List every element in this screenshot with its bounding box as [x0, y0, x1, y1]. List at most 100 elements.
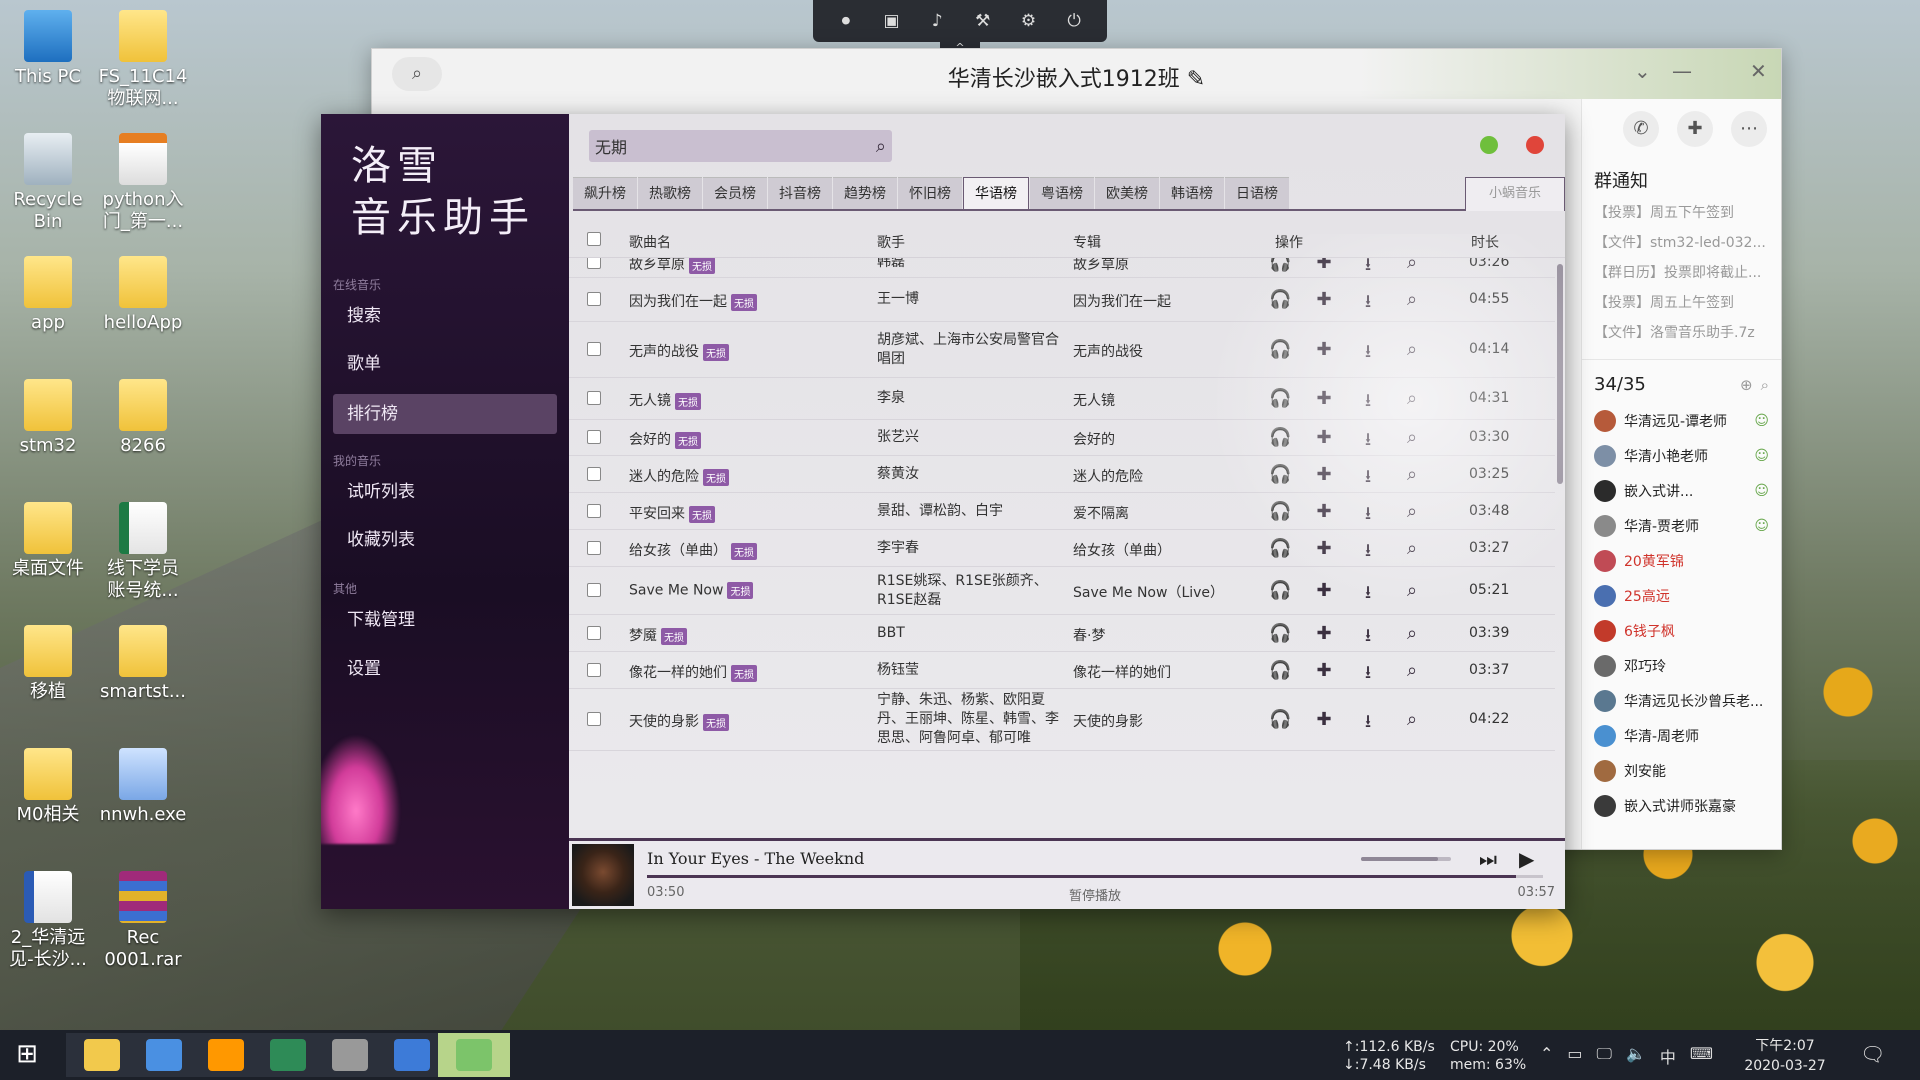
row-checkbox[interactable] — [587, 391, 601, 405]
windows-start-icon[interactable]: ⊞ — [10, 1040, 44, 1070]
desktop-icon[interactable]: python入 门_第一... — [97, 133, 189, 233]
close-icon[interactable]: ✕ — [1750, 59, 1767, 83]
download-icon[interactable]: ⭳ — [1357, 427, 1379, 457]
table-row[interactable]: 梦魇 无损 BBT 春·梦 🎧 ✚ ⭳ ⌕ 03:39 — [569, 615, 1555, 652]
search-icon[interactable]: ⌕ — [1401, 709, 1423, 739]
search-icon[interactable]: ⌕ — [1401, 289, 1423, 319]
member-item[interactable]: 刘安能 — [1582, 753, 1781, 788]
row-checkbox[interactable] — [587, 467, 601, 481]
add-icon[interactable]: ✚ — [1313, 538, 1335, 568]
tab-chart[interactable]: 日语榜 — [1225, 177, 1289, 209]
table-row[interactable]: 无人镜 无损 李泉 无人镜 🎧 ✚ ⭳ ⌕ 04:31 — [569, 378, 1555, 420]
source-tab[interactable]: 小蜗音乐 — [1465, 177, 1565, 211]
member-item[interactable]: 华清-贾老师 ☺ — [1582, 508, 1781, 543]
desktop-icon[interactable]: 线下学员 账号统... — [97, 502, 189, 602]
row-checkbox[interactable] — [587, 583, 601, 597]
add-icon[interactable]: ✚ — [1313, 709, 1335, 739]
sidebar-item-trial-list[interactable]: 试听列表 — [333, 472, 557, 512]
more-icon[interactable]: ⋯ — [1731, 111, 1767, 147]
settings-icon[interactable]: ⚙ — [1016, 11, 1040, 31]
row-checkbox[interactable] — [587, 626, 601, 640]
desktop-icon[interactable]: 8266 — [97, 379, 189, 457]
close-button[interactable] — [1526, 136, 1544, 154]
search-icon[interactable]: ⌕ — [1401, 339, 1423, 369]
minimize-icon[interactable]: — — [1672, 59, 1692, 83]
download-icon[interactable]: ⭳ — [1357, 464, 1379, 494]
member-item[interactable]: 邓巧玲 — [1582, 648, 1781, 683]
sidebar-item-search[interactable]: 搜索 — [333, 296, 557, 336]
download-icon[interactable]: ⭳ — [1357, 388, 1379, 418]
headphones-icon[interactable]: 🎧 — [1269, 388, 1291, 418]
search-icon[interactable]: ⌕ — [1401, 538, 1423, 568]
edit-icon[interactable]: ✎ — [1187, 67, 1205, 92]
member-item[interactable]: 嵌入式讲师张嘉豪 — [1582, 788, 1781, 823]
desktop-icon[interactable]: helloApp — [97, 256, 189, 334]
minimize-button[interactable] — [1480, 136, 1498, 154]
add-icon[interactable]: ✚ — [1313, 427, 1335, 457]
member-item[interactable]: 华清-周老师 — [1582, 718, 1781, 753]
tab-chart[interactable]: 粤语榜 — [1030, 177, 1094, 209]
download-icon[interactable]: ⭳ — [1357, 289, 1379, 319]
desktop-icon[interactable]: 桌面文件 — [2, 502, 94, 580]
desktop-icon[interactable]: M0相关 — [2, 748, 94, 826]
tab-chart[interactable]: 飙升榜 — [573, 177, 637, 209]
table-row[interactable]: Save Me Now 无损 R1SE姚琛、R1SE张颜齐、R1SE赵磊 Save M… — [569, 567, 1555, 615]
sidebar-item-playlist[interactable]: 歌单 — [333, 344, 557, 384]
row-checkbox[interactable] — [587, 504, 601, 518]
clock[interactable]: 下午2:07 2020-03-27 — [1740, 1036, 1830, 1076]
table-row[interactable]: 给女孩（单曲） 无损 李宇春 给女孩（单曲） 🎧 ✚ ⭳ ⌕ 03:27 — [569, 530, 1555, 567]
keyboard-icon[interactable]: ⌨ — [1690, 1044, 1713, 1068]
mic-icon[interactable]: ♪ — [925, 11, 949, 31]
add-icon[interactable]: ✚ — [1313, 388, 1335, 418]
row-checkbox[interactable] — [587, 258, 601, 269]
add-icon[interactable]: ✚ — [1313, 289, 1335, 319]
tab-chart[interactable]: 韩语榜 — [1160, 177, 1224, 209]
tools-icon[interactable]: ⚒ — [971, 11, 995, 31]
search-icon[interactable]: ⌕ — [1401, 464, 1423, 494]
network-icon[interactable]: 🖵 — [1597, 1044, 1612, 1068]
headphones-icon[interactable]: 🎧 — [1269, 464, 1291, 494]
desktop-icon[interactable]: FS_11C14 物联网... — [97, 10, 189, 110]
desktop-icon[interactable]: smartst... — [97, 625, 189, 703]
tray-expand-icon[interactable]: ⌃ — [1540, 1044, 1553, 1068]
desktop-icon[interactable]: nnwh.exe — [97, 748, 189, 826]
row-checkbox[interactable] — [587, 292, 601, 306]
sidebar-item-charts[interactable]: 排行榜 — [333, 394, 557, 434]
tab-chart[interactable]: 会员榜 — [703, 177, 767, 209]
notice-item[interactable]: 【投票】周五上午签到 — [1582, 287, 1781, 317]
ime-indicator[interactable]: 中 — [1660, 1044, 1676, 1068]
member-item[interactable]: 华清远见长沙曾兵老... — [1582, 683, 1781, 718]
table-row[interactable]: 无声的战役 无损 胡彦斌、上海市公安局警官合唱团 无声的战役 🎧 ✚ ⭳ ⌕ 04:14 — [569, 322, 1555, 378]
row-checkbox[interactable] — [587, 541, 601, 555]
member-settings-icon[interactable]: ⊕ — [1740, 376, 1753, 394]
headphones-icon[interactable]: 🎧 — [1269, 289, 1291, 319]
volume-slider[interactable] — [1361, 857, 1451, 861]
download-icon[interactable]: ⭳ — [1357, 501, 1379, 531]
member-item[interactable]: 华清小艳老师 ☺ — [1582, 438, 1781, 473]
download-icon[interactable]: ⭳ — [1357, 660, 1379, 690]
record-icon[interactable]: ⏺ — [834, 11, 858, 31]
member-item[interactable]: 华清远见-谭老师 ☺ — [1582, 403, 1781, 438]
add-icon[interactable]: ✚ — [1313, 339, 1335, 369]
member-item[interactable]: 20黄军锦 — [1582, 543, 1781, 578]
search-icon[interactable]: ⌕ — [1401, 623, 1423, 653]
notice-item[interactable]: 【文件】stm32-led-032... — [1582, 227, 1781, 257]
screen-icon[interactable]: ▣ — [879, 11, 903, 31]
table-row[interactable]: 像花一样的她们 无损 杨钰莹 像花一样的她们 🎧 ✚ ⭳ ⌕ 03:37 — [569, 652, 1555, 689]
power-icon[interactable]: ⏻ — [1062, 11, 1086, 31]
table-row[interactable]: 平安回来 无损 景甜、谭松韵、白宇 爱不隔离 🎧 ✚ ⭳ ⌕ 03:48 — [569, 493, 1555, 530]
member-item[interactable]: 6钱子枫 — [1582, 613, 1781, 648]
desktop-icon[interactable]: Recycle Bin — [2, 133, 94, 233]
search-icon[interactable]: ⌕ — [1401, 427, 1423, 457]
download-icon[interactable]: ⭳ — [1357, 709, 1379, 739]
row-checkbox[interactable] — [587, 663, 601, 677]
add-icon[interactable]: ✚ — [1313, 501, 1335, 531]
notification-icon[interactable]: 🗨 — [1860, 1042, 1885, 1066]
tab-chart[interactable]: 欧美榜 — [1095, 177, 1159, 209]
desktop-icon[interactable]: 2_华清远 见-长沙... — [2, 871, 94, 971]
search-icon[interactable]: ⌕ — [1401, 388, 1423, 418]
select-all-checkbox[interactable] — [587, 232, 601, 246]
search-icon[interactable]: ⌕ — [876, 136, 886, 157]
row-checkbox[interactable] — [587, 430, 601, 444]
notice-item[interactable]: 【投票】周五下午签到 — [1582, 197, 1781, 227]
